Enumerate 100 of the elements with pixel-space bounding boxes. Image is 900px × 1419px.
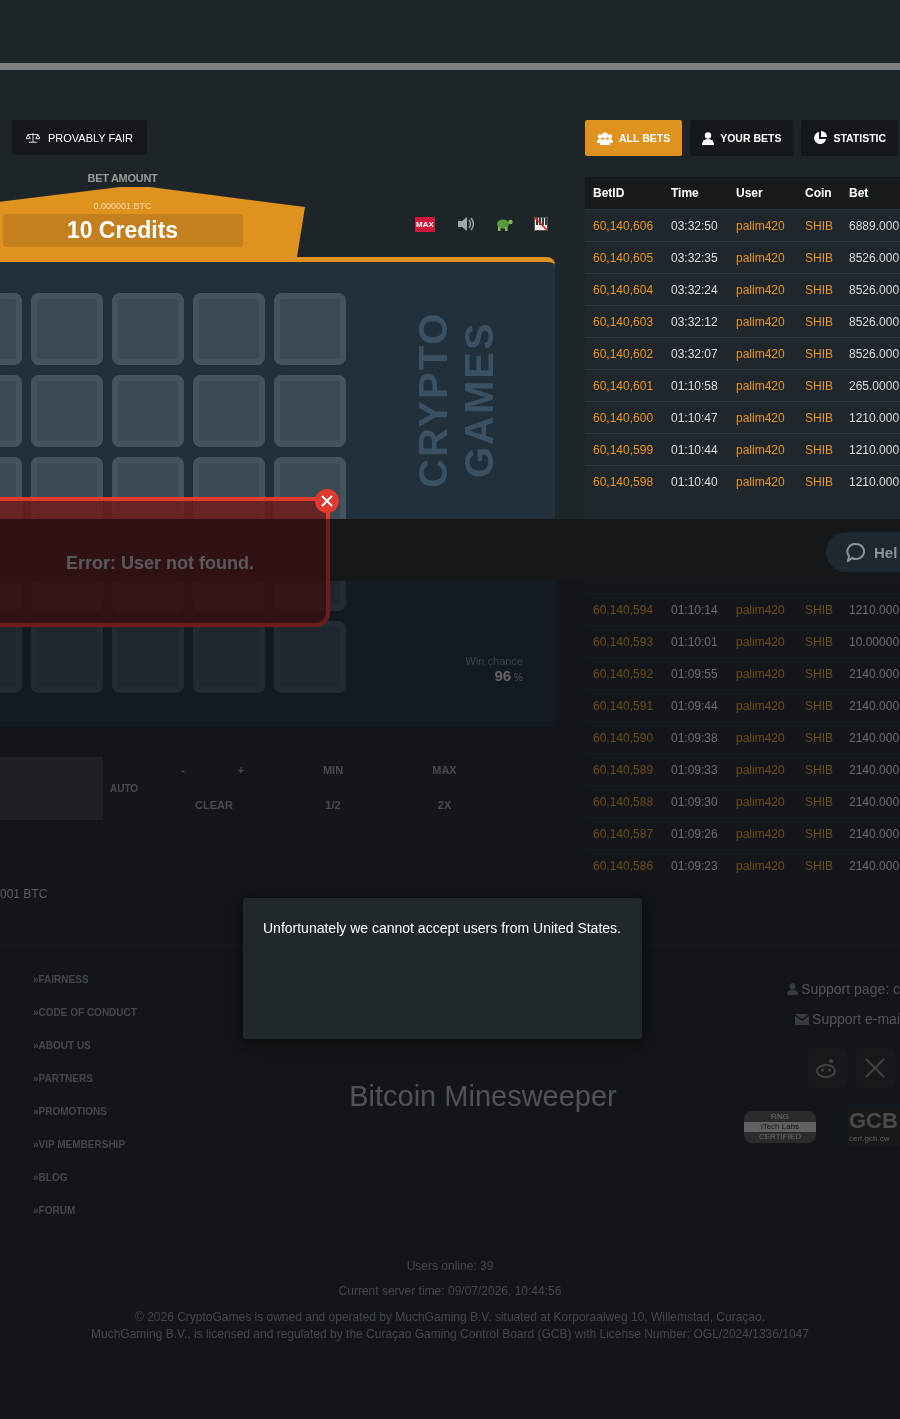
envelope-icon (795, 1013, 810, 1025)
table-cell-text: 60,140,586 (593, 858, 655, 873)
table-cell-text: SHIB (805, 730, 834, 745)
table-cell-text: 01:10:14 (671, 602, 719, 617)
table-cell-text: 60,140,603 (593, 314, 655, 329)
table-cell-text: SHIB (805, 250, 834, 265)
table-cell-text: 60,140,599 (593, 442, 655, 457)
table-cell: 2140.000 (849, 858, 900, 873)
table-cell-text: 60,140,588 (593, 794, 655, 809)
table-cell-text: palim420 (736, 218, 786, 233)
table-cell-text: 60,140,587 (593, 826, 655, 841)
table-cell-text: SHIB (805, 858, 834, 873)
table-cell-text: SHIB (805, 634, 834, 649)
max-badge[interactable]: MAX (415, 216, 435, 232)
user-icon (702, 131, 715, 145)
bets-tab[interactable]: STATISTIC (801, 120, 899, 156)
table-cell-text: SHIB (805, 826, 834, 841)
table-cell: 8526.000 (849, 282, 900, 297)
support-page-link[interactable]: Support page: c (801, 981, 900, 997)
table-cell-text: palim420 (736, 410, 786, 425)
bets-tab[interactable]: ALL BETS (585, 120, 683, 156)
provably-fair-button[interactable]: PROVABLY FAIR (12, 120, 147, 155)
table-cell-text: palim420 (736, 730, 786, 745)
mine-tile[interactable] (274, 375, 346, 447)
table-cell-text: 01:09:26 (671, 826, 719, 841)
piano-muted-icon[interactable] (533, 217, 548, 231)
table-cell-text: SHIB (805, 218, 834, 233)
table-cell: 2140.000 (849, 762, 900, 777)
mine-tile[interactable] (274, 293, 346, 365)
table-cell-text: 03:32:07 (671, 346, 719, 361)
chat-bubble-icon (846, 542, 866, 562)
table-cell-text: 03:32:35 (671, 250, 719, 265)
table-cell: 2140.000 (849, 666, 900, 681)
table-cell-text: palim420 (736, 346, 786, 361)
table-cell-text: 60,140,589 (593, 762, 655, 777)
mine-tile[interactable] (274, 621, 346, 693)
table-cell-text: 60,140,590 (593, 730, 655, 745)
table-cell-text: 01:10:58 (671, 378, 719, 393)
table-cell-text: SHIB (805, 282, 834, 297)
table-cell-text: 01:09:33 (671, 762, 719, 777)
table-cell: 10.00000 (849, 634, 900, 649)
mine-tile[interactable] (112, 375, 184, 447)
table-cell-text: 01:09:23 (671, 858, 719, 873)
table-cell: 1210.000 (849, 602, 900, 617)
table-cell: 2140.000 (849, 794, 900, 809)
x-logo-icon[interactable] (855, 1048, 895, 1088)
table-cell-text: palim420 (736, 794, 786, 809)
footer-title: Bitcoin Minesweeper (348, 1080, 618, 1114)
table-cell-text: SHIB (805, 698, 834, 713)
table-cell-text: SHIB (805, 762, 834, 777)
table-cell-text: palim420 (736, 858, 786, 873)
percent-sign: % (514, 672, 523, 683)
table-cell-text: 60,140,593 (593, 634, 655, 649)
table-cell-text: 01:10:01 (671, 634, 719, 649)
pie-chart-icon (813, 131, 828, 145)
turtle-icon[interactable] (494, 217, 513, 231)
table-cell-text: SHIB (805, 794, 834, 809)
table-cell-text: 01:09:44 (671, 698, 719, 713)
table-cell-text: SHIB (805, 346, 834, 361)
table-cell: 1210.000 (849, 474, 900, 489)
table-cell-text: SHIB (805, 474, 834, 489)
support-email-link[interactable]: Support e-mai (812, 1011, 900, 1027)
mine-tile[interactable] (112, 293, 184, 365)
table-cell-text: SHIB (805, 442, 834, 457)
mine-tile[interactable] (193, 375, 265, 447)
mine-tile[interactable] (193, 293, 265, 365)
credits-field[interactable]: 10 Credits (2, 214, 243, 247)
table-cell-text: 01:09:38 (671, 730, 719, 745)
table-cell-text: 60,140,605 (593, 250, 655, 265)
table-cell-text: 01:09:55 (671, 666, 719, 681)
table-cell-text: palim420 (736, 762, 786, 777)
table-cell-text: 60,140,600 (593, 410, 655, 425)
table-cell-text: palim420 (736, 602, 786, 617)
table-cell-text: SHIB (805, 314, 834, 329)
table-cell-text: 60,140,591 (593, 698, 655, 713)
table-cell-text: palim420 (736, 826, 786, 841)
mine-tile[interactable] (31, 375, 103, 447)
table-cell-text: palim420 (736, 282, 786, 297)
table-cell: 2140.000 (849, 730, 900, 745)
table-cell: 8526.000 (849, 314, 900, 329)
table-cell-text: palim420 (736, 314, 786, 329)
table-cell-text: 01:10:44 (671, 442, 719, 457)
bets-tab[interactable]: YOUR BETS (690, 120, 794, 156)
mine-tile[interactable] (31, 293, 103, 365)
table-cell-text: SHIB (805, 378, 834, 393)
table-cell-text: 03:32:24 (671, 282, 719, 297)
table-cell-text: 60,140,598 (593, 474, 655, 489)
bet-amount-label: BET AMOUNT (86, 172, 159, 186)
notice-message: Unfortunately we cannot accept users from United States. (263, 919, 622, 938)
table-cell-text: 03:32:12 (671, 314, 719, 329)
balance-text: 001 BTC (0, 887, 49, 901)
table-cell-text: 60,140,594 (593, 602, 655, 617)
speaker-icon[interactable] (455, 216, 474, 232)
win-chance-value: 96 (494, 667, 512, 684)
table-cell: 1210.000 (849, 442, 900, 457)
table-cell-text: palim420 (736, 698, 786, 713)
table-cell-text: palim420 (736, 634, 786, 649)
table-cell-text: 01:09:30 (671, 794, 719, 809)
help-button[interactable]: Hel (826, 532, 900, 572)
table-cell-text: 01:10:40 (671, 474, 719, 489)
